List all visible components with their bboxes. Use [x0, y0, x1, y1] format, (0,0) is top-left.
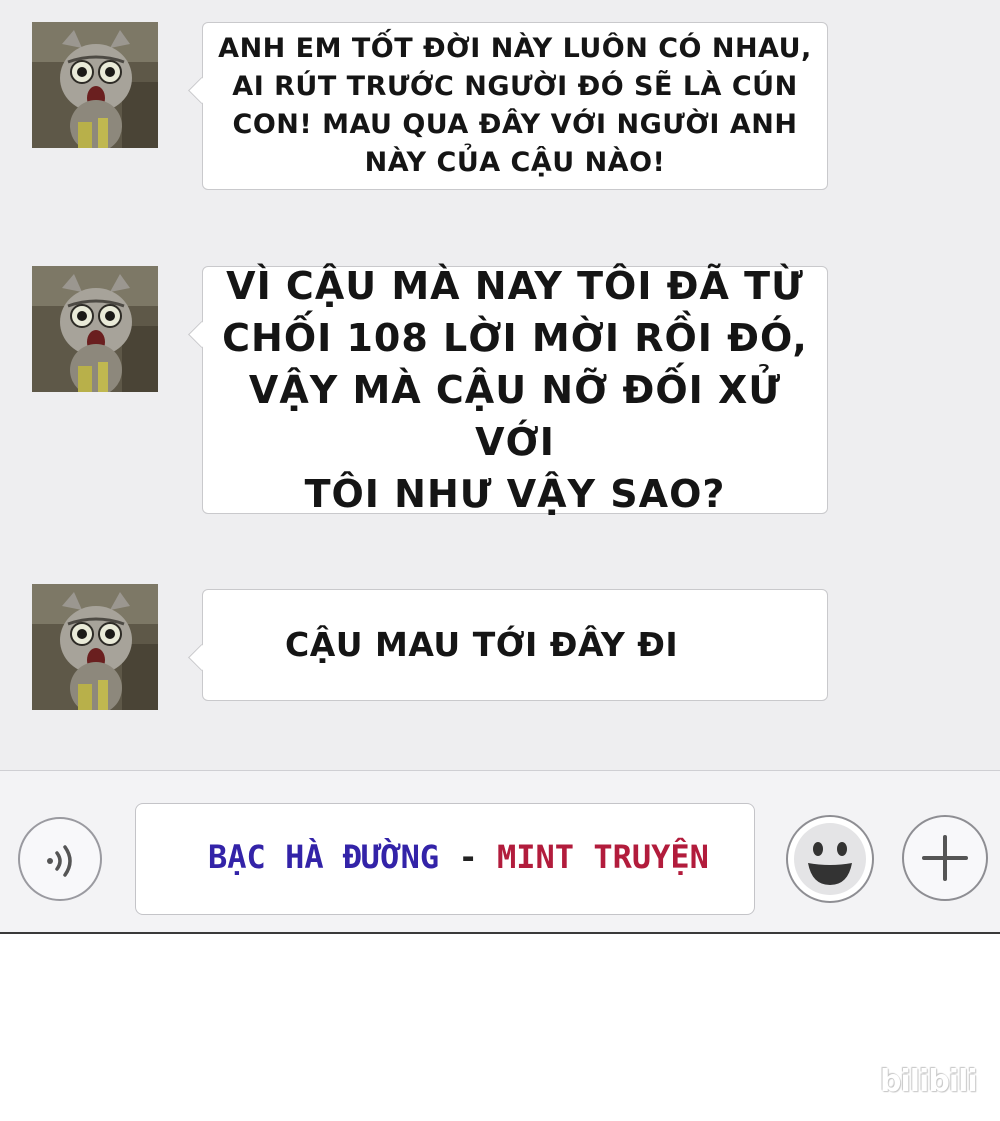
credit-separator: - — [439, 838, 497, 876]
credit-site-name: MINT TRUYỆN — [496, 838, 709, 876]
input-value: BẠC HÀ ĐƯỜNG - MINT TRUYỆN — [208, 838, 709, 876]
avatar[interactable] — [32, 22, 158, 148]
input-bar: BẠC HÀ ĐƯỜNG - MINT TRUYỆN — [0, 770, 1000, 934]
message-text: VÌ CẬU MÀ NAY TÔI ĐÃ TỪ CHỐI 108 LỜI MỜI… — [222, 264, 808, 516]
smiley-face-icon — [794, 823, 866, 895]
add-button[interactable] — [902, 815, 988, 901]
message-text: CẬU MAU TỚI ĐÂY ĐI — [285, 625, 679, 664]
voice-button[interactable] — [18, 817, 102, 901]
plus-icon — [922, 835, 968, 881]
avatar[interactable] — [32, 266, 158, 392]
message-bubble: CẬU MAU TỚI ĐÂY ĐI — [202, 589, 828, 701]
message-input[interactable]: BẠC HÀ ĐƯỜNG - MINT TRUYỆN — [135, 803, 755, 915]
watermark-logo: bilibili — [880, 1064, 978, 1099]
avatar[interactable] — [32, 584, 158, 710]
chat-area: ANH EM TỐT ĐỜI NÀY LUÔN CÓ NHAU, AI RÚT … — [0, 0, 1000, 770]
credit-group-name: BẠC HÀ ĐƯỜNG — [208, 838, 440, 876]
emoji-button[interactable] — [786, 815, 874, 903]
message-bubble: ANH EM TỐT ĐỜI NÀY LUÔN CÓ NHAU, AI RÚT … — [202, 22, 828, 190]
voice-icon — [47, 845, 72, 877]
message-text: ANH EM TỐT ĐỜI NÀY LUÔN CÓ NHAU, AI RÚT … — [218, 33, 812, 178]
message-bubble: VÌ CẬU MÀ NAY TÔI ĐÃ TỪ CHỐI 108 LỜI MỜI… — [202, 264, 828, 516]
